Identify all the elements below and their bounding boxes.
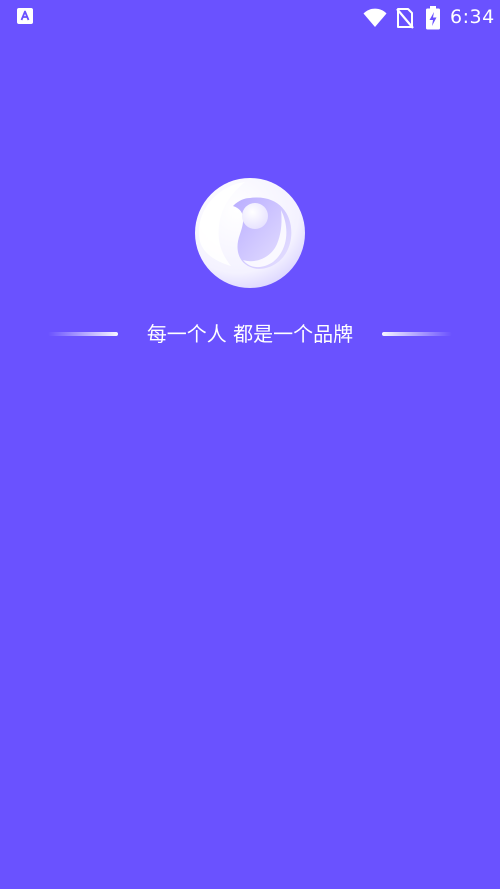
status-time: 6:34	[450, 6, 495, 28]
status-bar: 6:34	[0, 0, 500, 34]
battery-charging-icon	[426, 6, 440, 30]
app-notification-icon	[17, 8, 33, 24]
no-sim-icon	[396, 8, 414, 29]
brand-logo-icon	[195, 178, 305, 288]
slogan-row: 每一个人 都是一个品牌	[0, 318, 500, 350]
wifi-icon	[363, 8, 387, 27]
slogan-right-divider	[382, 332, 452, 336]
slogan-text: 每一个人 都是一个品牌	[146, 322, 354, 346]
slogan-left-divider	[48, 332, 118, 336]
